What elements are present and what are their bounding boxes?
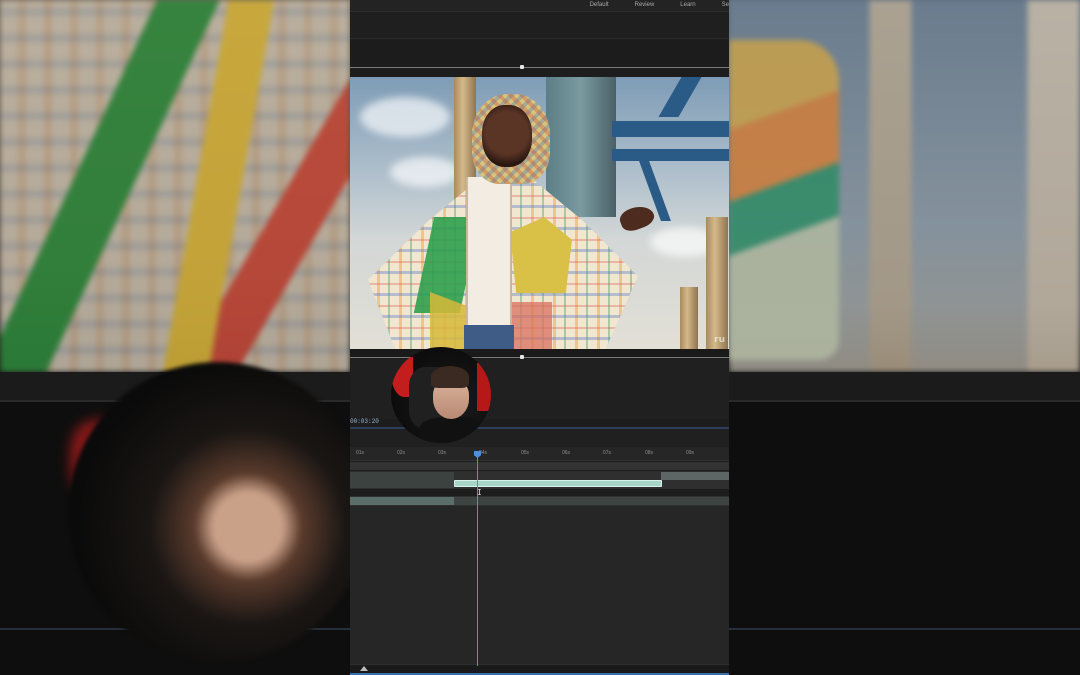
background-divider-blue (729, 628, 1080, 630)
timeline-clip[interactable] (454, 497, 729, 505)
webcam-red-light (477, 363, 491, 411)
ruler-tick-label: 09s (686, 450, 695, 456)
panel-subheader (350, 40, 729, 64)
stone-pillar (706, 217, 728, 349)
background-right-blur (729, 0, 1080, 675)
webcam-body (419, 417, 485, 443)
background-plaid-fabric (0, 0, 350, 372)
video-editor: Default Review Learn Se ru 00:03:20 01s … (350, 0, 729, 675)
timeline-clip-selected[interactable] (454, 480, 662, 487)
steel-girder (658, 77, 702, 117)
ruler-tick-label: 02s (397, 450, 406, 456)
webcam-hair (431, 366, 469, 388)
monitor-footer (350, 349, 729, 357)
timeline-clip[interactable] (350, 497, 454, 505)
ruler-tick-label: 05s (521, 450, 530, 456)
ruler-tick-label: 06s (562, 450, 571, 456)
program-monitor-frame[interactable]: ru (350, 77, 729, 349)
timeline-empty-area[interactable] (350, 506, 729, 664)
ruler-tick-label: 03s (438, 450, 447, 456)
tab-learn[interactable]: Learn (666, 2, 707, 8)
background-divider (729, 400, 1080, 402)
panel-header (350, 13, 729, 39)
steel-girder (612, 121, 729, 137)
timeline-track (350, 462, 729, 470)
performer-shirt (466, 177, 512, 337)
timeline-clip[interactable] (661, 472, 729, 480)
tab-default[interactable]: Default (576, 2, 621, 8)
cloud (360, 97, 450, 137)
stone-pillar (680, 287, 698, 349)
video-watermark: ru (714, 335, 725, 345)
workspace-tabs: Default Review Learn Se (576, 2, 729, 8)
background-webcam-blur (68, 362, 350, 662)
tab-review[interactable]: Review (621, 2, 667, 8)
steel-girder (612, 149, 729, 161)
cloud (390, 157, 460, 187)
zoom-triangle-icon[interactable] (360, 666, 368, 671)
timeline-ruler[interactable]: 01s 02s 03s 04s 05s 06s 07s 08s 09s (350, 447, 729, 461)
rusty-column (546, 77, 616, 217)
ruler-tick-label: 01s (356, 450, 365, 456)
timeline-clip[interactable] (350, 472, 454, 488)
timeline-timecode[interactable]: 00:03:20 (350, 418, 379, 425)
ruler-tick-label: 07s (603, 450, 612, 456)
source-scrubber-handle[interactable] (520, 65, 524, 69)
performer-jeans (464, 325, 514, 349)
background-sleeve (729, 40, 839, 360)
webcam-overlay (391, 347, 491, 443)
timeline-playhead[interactable] (477, 452, 478, 666)
performer-hand (617, 201, 657, 235)
performer-face (482, 105, 532, 167)
tab-se[interactable]: Se (708, 2, 729, 8)
background-left-blur (0, 0, 350, 675)
source-scrubber-track[interactable] (350, 67, 729, 68)
ruler-tick-label: 08s (645, 450, 654, 456)
timeline-toolbar (350, 429, 729, 447)
workspace-bar: Default Review Learn Se (350, 0, 729, 12)
